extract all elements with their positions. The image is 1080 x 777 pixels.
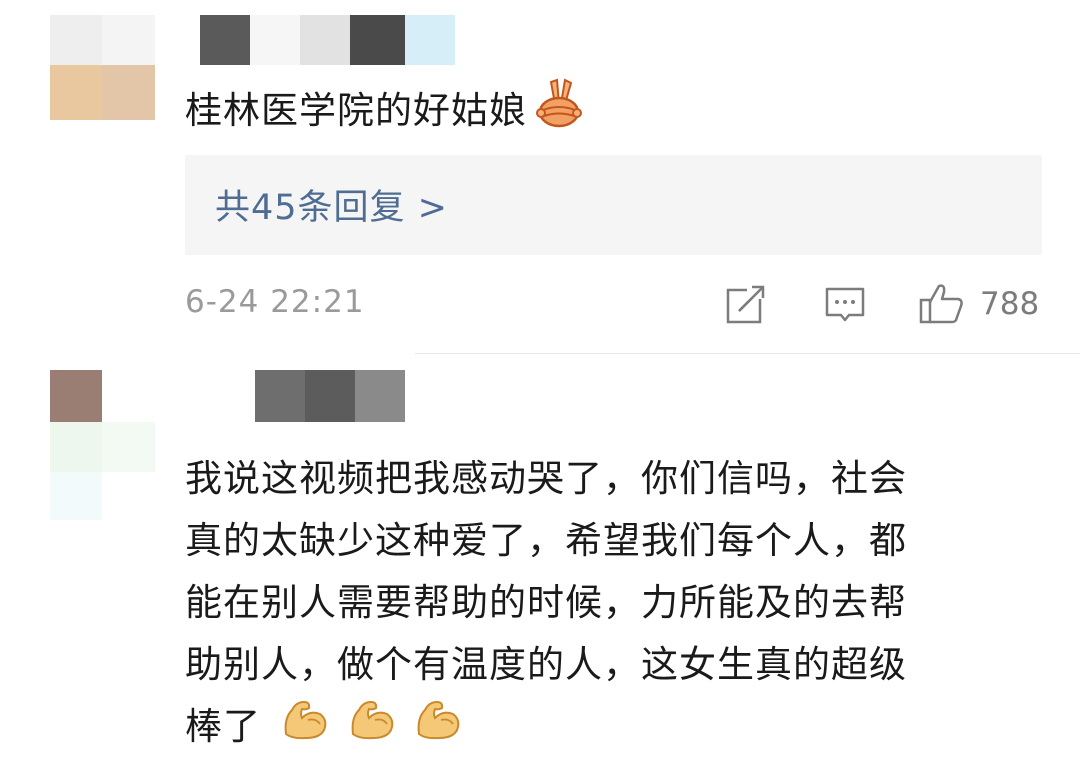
comment-icon[interactable] xyxy=(824,285,866,329)
comment-line: 能在别人需要帮助的时候，力所能及的去帮 xyxy=(185,581,907,624)
comment-timestamp: 6-24 22:21 xyxy=(185,284,365,320)
replies-panel[interactable]: 共45条回复 > xyxy=(185,155,1042,255)
username[interactable] xyxy=(200,370,410,422)
comment-feed: 桂林医学院的好姑娘 共45条回复 > 6-24 22:21 788 我说这视频把… xyxy=(0,0,1080,777)
flexed-biceps-emoji-icon xyxy=(413,696,463,761)
like-icon[interactable] xyxy=(918,282,966,330)
flexed-biceps-emoji-icon xyxy=(280,696,330,761)
flexed-biceps-emoji-icon xyxy=(347,696,397,761)
comment-text: 桂林医学院的好姑娘 xyxy=(185,78,583,147)
victory-hand-emoji-icon xyxy=(535,78,583,147)
view-replies-link[interactable]: 共45条回复 > xyxy=(215,179,448,230)
avatar[interactable] xyxy=(50,15,155,120)
comment-line: 我说这视频把我感动哭了，你们信吗，社会 xyxy=(185,457,907,500)
username[interactable] xyxy=(200,15,460,65)
comment-text: 我说这视频把我感动哭了，你们信吗，社会 真的太缺少这种爱了，希望我们每个人，都 … xyxy=(185,448,1045,761)
share-icon[interactable] xyxy=(725,285,767,329)
like-count: 788 xyxy=(980,286,1040,322)
comment-body: 桂林医学院的好姑娘 xyxy=(185,89,527,132)
avatar[interactable] xyxy=(50,370,155,520)
comment-divider xyxy=(415,353,1080,354)
comment-line: 真的太缺少这种爱了，希望我们每个人，都 xyxy=(185,519,907,562)
comment-line-text: 棒了 xyxy=(185,705,261,748)
comment-line-last: 棒了 xyxy=(185,696,1045,761)
comment-line: 助别人，做个有温度的人，这女生真的超级 xyxy=(185,643,907,686)
